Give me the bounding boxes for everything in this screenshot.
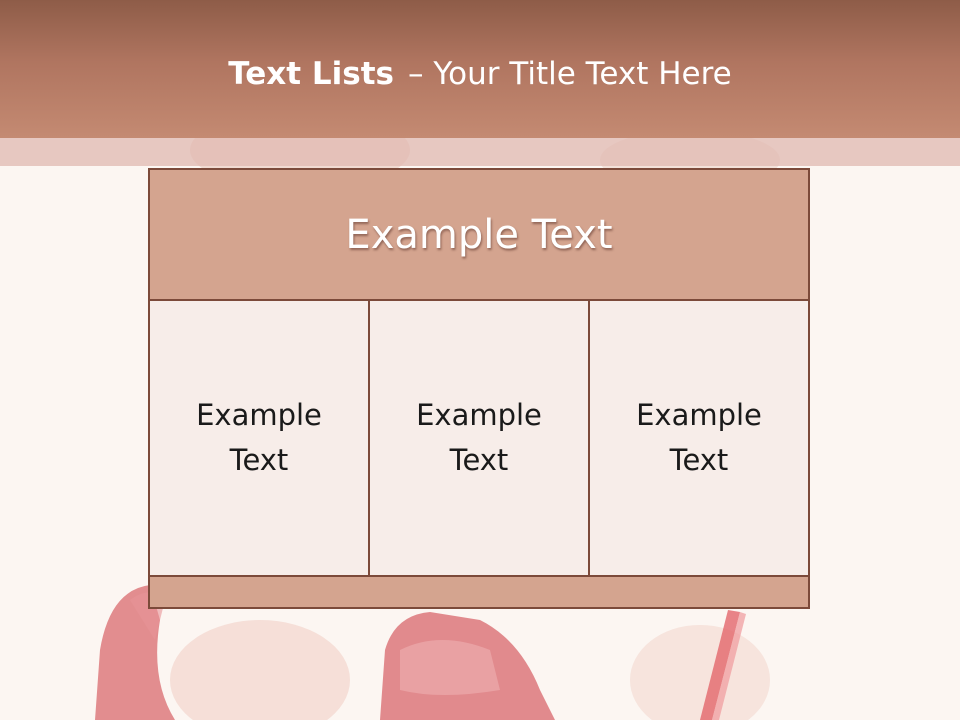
diagram-header-text: Example Text — [345, 211, 613, 258]
diagram-cell-3-text: Example Text — [636, 398, 762, 477]
diagram-cell-3: Example Text — [588, 299, 810, 577]
text-list-diagram: Example Text Example Text Example Text E… — [148, 168, 810, 609]
diagram-cell-2: Example Text — [368, 299, 590, 577]
diagram-cell-2-text: Example Text — [416, 398, 542, 477]
slide-title: Text Lists – Your Title Text Here — [0, 52, 960, 96]
diagram-footer-bar — [148, 575, 810, 609]
title-subtitle-text: – Your Title Text Here — [408, 56, 732, 92]
diagram-cell-1: Example Text — [148, 299, 370, 577]
diagram-cell-1-text: Example Text — [196, 398, 322, 477]
title-accent-strip — [0, 138, 960, 166]
title-bold-text: Text Lists — [228, 56, 394, 92]
diagram-header-box: Example Text — [148, 168, 810, 301]
